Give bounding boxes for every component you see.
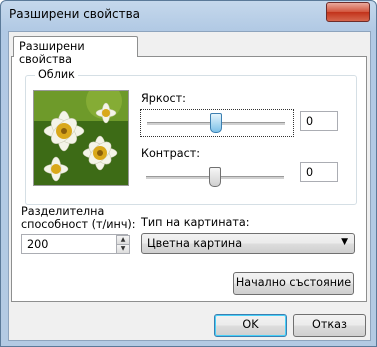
cancel-button[interactable]: Отказ (293, 314, 366, 337)
reset-button-label: Начално състояние (235, 276, 352, 289)
picture-type-value: Цветна картина (147, 237, 243, 250)
contrast-thumb[interactable] (209, 167, 221, 187)
brightness-label: Яркост: (141, 92, 186, 105)
spin-down-button[interactable]: ▼ (116, 244, 130, 254)
brightness-value: 0 (306, 115, 314, 128)
title-bar[interactable]: Разширени свойства (1, 1, 376, 31)
picture-type-label: Тип на картината: (141, 216, 250, 229)
brightness-slider[interactable] (140, 109, 294, 137)
preview-image (33, 90, 129, 186)
reset-button[interactable]: Начално състояние (233, 272, 354, 295)
ok-button-label: OK (242, 318, 259, 331)
resolution-input[interactable]: 200 (21, 234, 128, 254)
resolution-label-line2: способност (т/инч): (21, 218, 136, 231)
tab-advanced-properties[interactable]: Разширени свойства (13, 36, 138, 66)
ok-button[interactable]: OK (214, 314, 287, 337)
resolution-label-line1: Разделителна (21, 205, 105, 218)
cancel-button-label: Отказ (312, 318, 347, 331)
contrast-value: 0 (306, 166, 314, 179)
resolution-value: 200 (27, 238, 49, 251)
contrast-label: Контраст: (141, 147, 201, 160)
brightness-value-field[interactable]: 0 (300, 111, 338, 131)
chevron-down-icon: ▼ (341, 237, 348, 247)
tab-page: Облик Яркост: 0 Контраст: 0 Разделителна… (11, 56, 367, 302)
picture-type-select[interactable]: Цветна картина ▼ (141, 233, 355, 254)
contrast-slider[interactable] (140, 164, 292, 190)
daisies-preview-graphic (34, 91, 128, 185)
window-title: Разширени свойства (9, 7, 141, 21)
spin-up-icon: ▲ (120, 236, 126, 243)
appearance-group: Облик Яркост: 0 Контраст: 0 (25, 68, 357, 205)
dialog-window: Разширени свойства Разширени свойства Об… (0, 0, 377, 347)
close-button[interactable] (326, 2, 370, 22)
tab-label: Разширени свойства (19, 40, 85, 66)
appearance-group-label: Облик (35, 68, 78, 81)
contrast-value-field[interactable]: 0 (300, 162, 338, 182)
dialog-client-area: Разширени свойства Облик Яркост: 0 Контр… (8, 31, 371, 341)
brightness-thumb[interactable] (210, 113, 222, 133)
spin-down-icon: ▼ (120, 245, 126, 252)
